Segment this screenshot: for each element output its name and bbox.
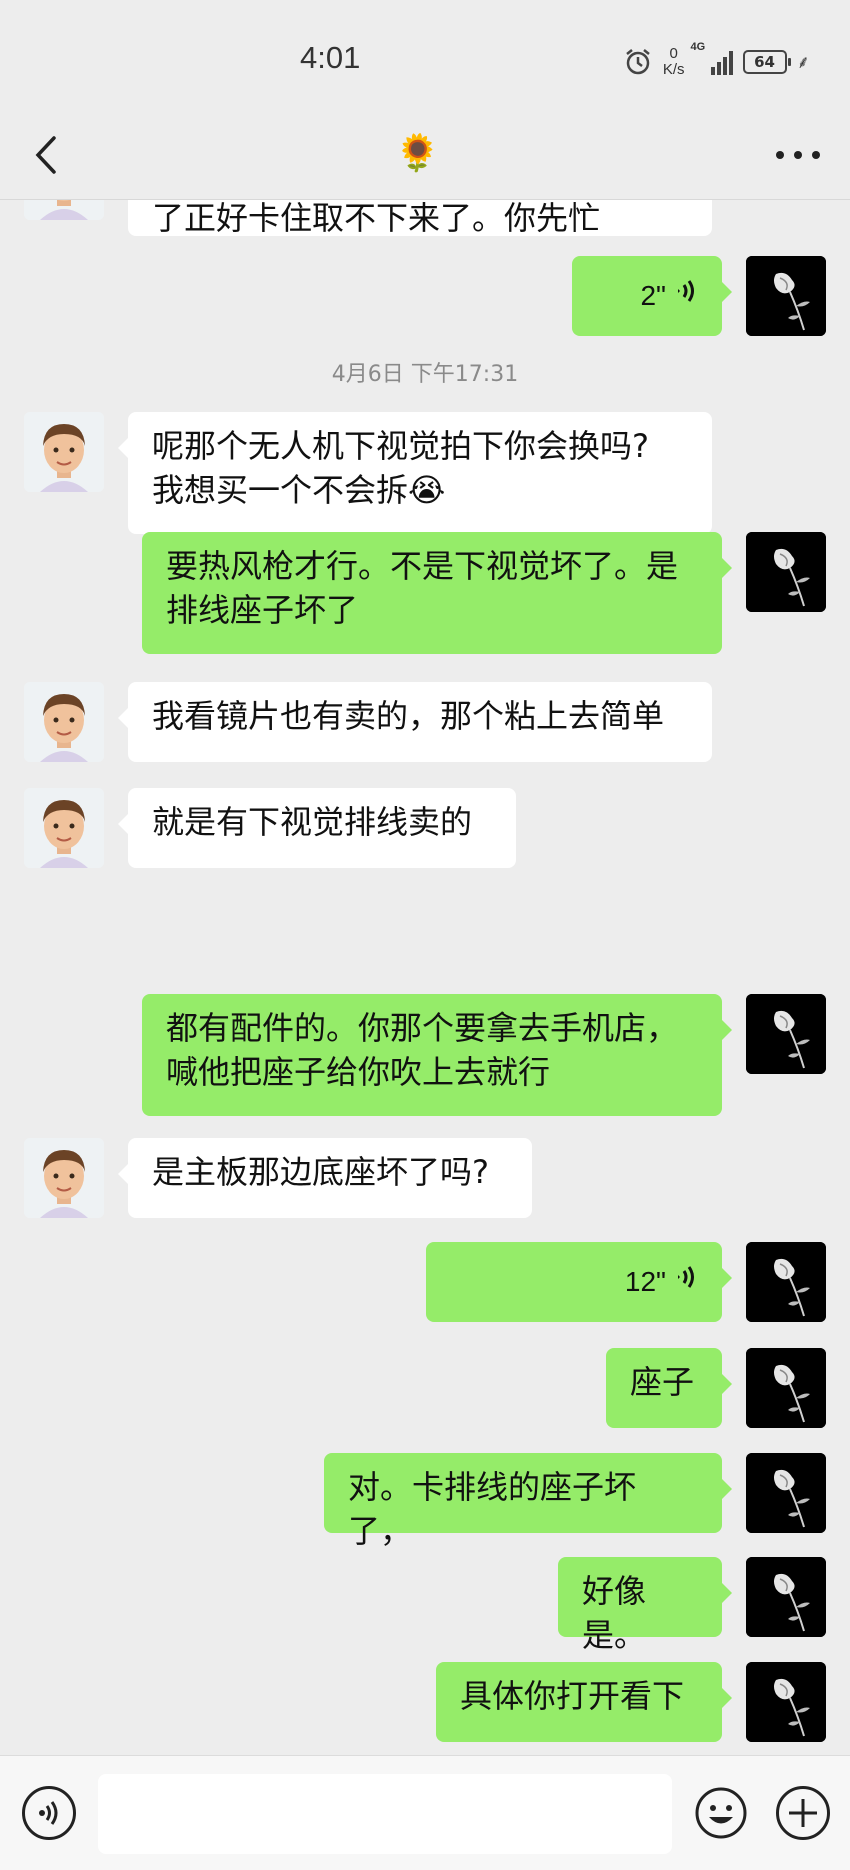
message-text: 我看镜片也有卖的，那个粘上去简单: [152, 697, 665, 735]
message-text: 好像是。: [582, 1572, 647, 1654]
contact-avatar[interactable]: [24, 412, 104, 492]
voice-wave-icon: [676, 274, 698, 318]
message-sent: 好像是。: [0, 1557, 850, 1654]
contact-avatar[interactable]: [24, 682, 104, 762]
contact-avatar[interactable]: [24, 1138, 104, 1218]
more-dots-icon[interactable]: [776, 140, 820, 170]
message-text: 恳，正常装上去很好取下来的，装反 了正好卡住取不下来了。你先忙: [152, 200, 601, 237]
message-text: 呢那个无人机下视觉拍下你会换吗? 我想买一个不会拆😭: [152, 427, 649, 509]
my-avatar[interactable]: [746, 1453, 826, 1533]
message-text: 要热风枪才行。不是下视觉坏了。是 排线座子坏了: [166, 547, 679, 629]
my-avatar[interactable]: [746, 994, 826, 1074]
message-bubble[interactable]: 我看镜片也有卖的，那个粘上去简单: [118, 682, 712, 762]
battery-level: 64: [754, 53, 775, 71]
voice-message-bubble[interactable]: 2": [572, 256, 732, 336]
my-avatar[interactable]: [746, 1662, 826, 1742]
signal-icon: 4G: [691, 41, 733, 75]
message-received: 呢那个无人机下视觉拍下你会换吗? 我想买一个不会拆😭: [0, 412, 850, 534]
smiley-icon[interactable]: [694, 1786, 748, 1840]
voice-duration: 2": [640, 280, 666, 311]
message-text: 都有配件的。你那个要拿去手机店， 喊他把座子给你吹上去就行: [166, 1009, 679, 1091]
my-avatar[interactable]: [746, 1348, 826, 1428]
message-bubble[interactable]: 恳，正常装上去很好取下来的，装反 了正好卡住取不下来了。你先忙: [128, 200, 712, 237]
message-bubble[interactable]: 就是有下视觉排线卖的: [118, 788, 516, 868]
message-timestamp: 4月6日 下午17:31: [331, 362, 519, 387]
message-sent: 对。卡排线的座子坏了，: [0, 1453, 850, 1550]
message-received: 恳，正常装上去很好取下来的，装反 了正好卡住取不下来了。你先忙: [0, 200, 850, 237]
message-text: 是主板那边底座坏了吗?: [152, 1153, 489, 1191]
voice-wave-icon: [676, 1260, 698, 1304]
message-received: 是主板那边底座坏了吗?: [0, 1138, 850, 1218]
message-text: 对。卡排线的座子坏了，: [348, 1468, 637, 1550]
voice-wave-icon[interactable]: [22, 1786, 76, 1840]
message-bubble[interactable]: 要热风枪才行。不是下视觉坏了。是 排线座子坏了: [142, 532, 732, 654]
message-received: 就是有下视觉排线卖的: [0, 788, 850, 868]
message-sent: 2": [0, 256, 850, 336]
message-bubble[interactable]: 具体你打开看下: [436, 1662, 732, 1742]
message-bubble[interactable]: 好像是。: [558, 1557, 732, 1654]
message-bubble[interactable]: 对。卡排线的座子坏了，: [324, 1453, 732, 1550]
network-type: 4G: [690, 41, 706, 53]
voice-message-bubble[interactable]: 12": [426, 1242, 732, 1322]
net-speed-unit: K/s: [662, 61, 685, 78]
message-bubble[interactable]: 是主板那边底座坏了吗?: [118, 1138, 532, 1218]
message-sent: 12": [0, 1242, 850, 1322]
battery-icon: 64: [742, 50, 791, 74]
message-bubble[interactable]: 呢那个无人机下视觉拍下你会换吗? 我想买一个不会拆😭: [118, 412, 712, 534]
status-icons: 0 K/s 4G 64 ⸙: [623, 41, 811, 80]
alarm-icon: [626, 49, 650, 75]
message-text: 就是有下视觉排线卖的: [152, 803, 473, 841]
contact-avatar[interactable]: [24, 200, 104, 220]
status-bar: 4:01 0 K/s 4G 64 ⸙: [0, 0, 850, 120]
input-bar: [0, 1755, 850, 1870]
chat-area[interactable]: 恳，正常装上去很好取下来的，装反 了正好卡住取不下来了。你先忙 2" 4月6日 下午…: [0, 200, 850, 1755]
chat-title: 🌻: [395, 133, 440, 174]
voice-duration: 12": [624, 1266, 666, 1297]
message-bubble[interactable]: 都有配件的。你那个要拿去手机店， 喊他把座子给你吹上去就行: [142, 994, 732, 1116]
net-speed: 0 K/s: [663, 46, 685, 78]
message-input[interactable]: [98, 1774, 672, 1854]
plus-circle-icon[interactable]: [776, 1786, 830, 1840]
leaf-icon: ⸙: [796, 52, 811, 73]
net-speed-value: 0: [669, 45, 678, 62]
nav-bar: 🌻: [0, 110, 850, 200]
chevron-left-icon[interactable]: [26, 130, 66, 180]
message-sent: 座子: [0, 1348, 850, 1428]
message-text: 具体你打开看下: [460, 1677, 685, 1715]
message-text: 座子: [630, 1363, 695, 1401]
message-sent: 具体你打开看下: [0, 1662, 850, 1742]
contact-avatar[interactable]: [24, 788, 104, 868]
my-avatar[interactable]: [746, 1242, 826, 1322]
message-sent: 都有配件的。你那个要拿去手机店， 喊他把座子给你吹上去就行: [0, 994, 850, 1116]
status-time: 4:01: [300, 40, 361, 75]
my-avatar[interactable]: [746, 532, 826, 612]
message-bubble[interactable]: 座子: [606, 1348, 732, 1428]
my-avatar[interactable]: [746, 1557, 826, 1637]
message-received: 我看镜片也有卖的，那个粘上去简单: [0, 682, 850, 762]
message-sent: 要热风枪才行。不是下视觉坏了。是 排线座子坏了: [0, 532, 850, 654]
my-avatar[interactable]: [746, 256, 826, 336]
